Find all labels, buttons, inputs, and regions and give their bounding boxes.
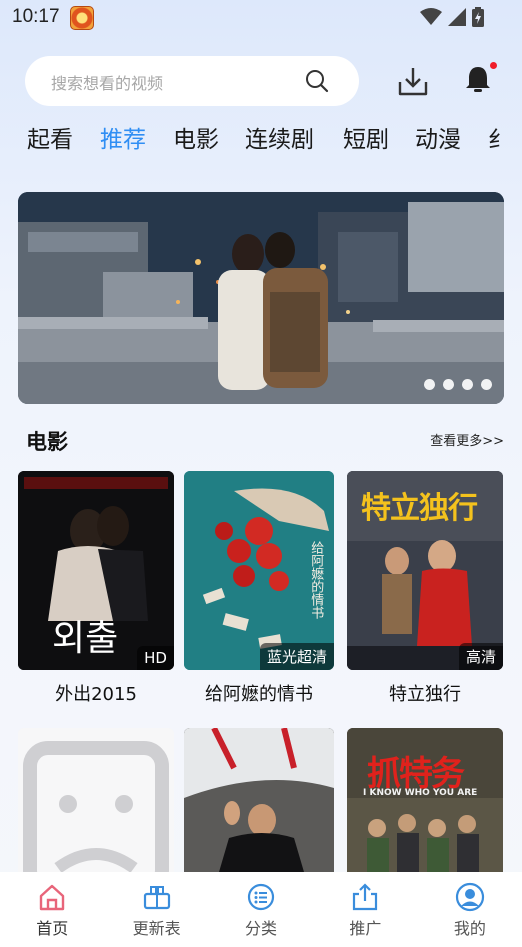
nav-label: 推广	[349, 919, 382, 938]
tab-more[interactable]: 纟	[488, 120, 511, 154]
section-title: 电影	[26, 430, 68, 454]
status-time: 10:17	[12, 6, 60, 27]
tab-short-drama[interactable]: 短剧	[343, 120, 389, 154]
nav-label: 分类	[245, 919, 278, 938]
movie-title[interactable]: 给阿嬷的情书	[184, 680, 334, 706]
download-icon[interactable]	[396, 64, 430, 98]
tab-series[interactable]: 连续剧	[245, 120, 314, 154]
pagination-dot[interactable]	[462, 379, 473, 390]
schedule-icon	[143, 886, 170, 910]
nav-category[interactable]: 分类	[209, 872, 313, 947]
home-icon	[40, 884, 65, 911]
nav-home[interactable]: 首页	[0, 872, 104, 947]
movie-poster[interactable]: 抓特务 I KNOW WHO YOU ARE	[347, 728, 503, 872]
quality-badge: 蓝光超清	[259, 643, 334, 670]
tab-movies[interactable]: 电影	[173, 120, 219, 154]
battery-icon	[472, 7, 484, 27]
nav-schedule[interactable]: 更新表	[104, 872, 208, 947]
movie-poster[interactable]: 给阿嬷的情书 蓝光超清	[184, 471, 334, 670]
movie-title[interactable]: 外出2015	[18, 680, 174, 706]
pagination-dot[interactable]	[424, 379, 435, 390]
search-placeholder: 搜索想看的视频	[51, 74, 164, 93]
status-indicators	[420, 7, 484, 27]
share-icon	[353, 883, 378, 911]
movie-card[interactable]: 给阿嬷的情书 蓝光超清 给阿嬷的情书	[184, 471, 334, 706]
tab-together[interactable]: 起看	[27, 120, 73, 154]
poster-title-text: 特立独行	[361, 491, 478, 526]
category-icon	[247, 883, 275, 911]
profile-icon	[455, 882, 484, 912]
movie-poster-placeholder[interactable]	[18, 728, 174, 872]
poster-title-text: 给阿嬷的情书	[308, 541, 324, 619]
search-input[interactable]: 搜索想看的视频	[25, 56, 359, 106]
tab-anime[interactable]: 动漫	[415, 120, 461, 154]
app-notification-icon	[70, 6, 94, 30]
banner-pagination	[424, 379, 492, 390]
quality-badge: 高清	[458, 643, 503, 670]
banner-image	[18, 192, 504, 404]
pagination-dot[interactable]	[481, 379, 492, 390]
search-icon[interactable]	[305, 69, 329, 93]
notification-bell-icon[interactable]	[464, 64, 492, 94]
movie-poster[interactable]: 特立独行 高清	[347, 471, 503, 670]
featured-banner[interactable]	[18, 192, 504, 404]
tab-recommended[interactable]: 推荐	[100, 120, 146, 154]
view-more-link[interactable]: 查看更多>>	[430, 430, 504, 449]
nav-profile[interactable]: 我的	[418, 872, 522, 947]
placeholder-icon	[18, 728, 174, 872]
nav-label: 更新表	[132, 919, 181, 938]
poster-art	[184, 728, 334, 872]
movie-card[interactable]	[184, 728, 334, 872]
movie-card[interactable]: 抓特务 I KNOW WHO YOU ARE	[347, 728, 503, 872]
nav-label: 我的	[453, 919, 486, 938]
movie-poster[interactable]	[184, 728, 334, 872]
movie-title[interactable]: 特立独行	[347, 680, 503, 706]
wifi-icon	[420, 8, 442, 25]
nav-label: 首页	[36, 919, 69, 938]
poster-subtitle-text: I KNOW WHO YOU ARE	[363, 788, 478, 798]
pagination-dot[interactable]	[443, 379, 454, 390]
nav-promote[interactable]: 推广	[313, 872, 417, 947]
quality-badge: HD	[137, 646, 174, 670]
bottom-navigation: 首页 更新表 分类 推广 我的	[0, 872, 522, 947]
status-bar: 10:17	[0, 0, 522, 36]
poster-title-text: 외출	[52, 618, 119, 659]
movie-card[interactable]: 特立独行 高清 特立独行	[347, 471, 503, 706]
signal-icon	[448, 8, 466, 26]
movie-card[interactable]	[18, 728, 174, 872]
movie-card[interactable]: 외출 HD 外出2015	[18, 471, 174, 706]
category-tabs: 起看 推荐 电影 连续剧 短剧 动漫 纟	[0, 117, 522, 157]
movie-poster[interactable]: 외출 HD	[18, 471, 174, 670]
notification-dot	[490, 62, 497, 69]
